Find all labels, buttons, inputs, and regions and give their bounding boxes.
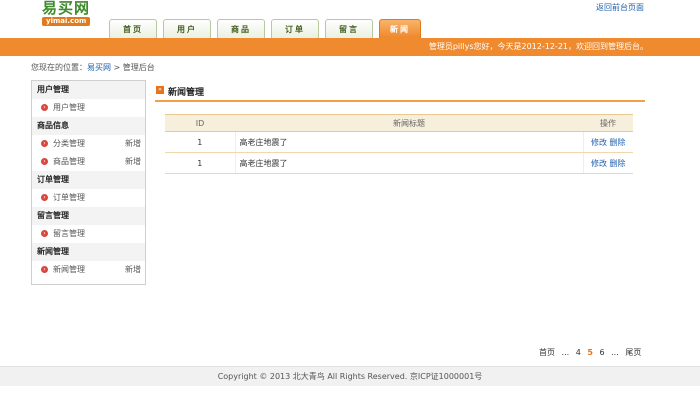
current-page: 5 xyxy=(587,348,593,357)
page-title: 新闻管理 xyxy=(168,88,205,98)
sidebar-section-users: 用户管理 xyxy=(32,81,145,99)
page-4-link[interactable]: 4 xyxy=(576,348,581,357)
logo-domain: yimai.com xyxy=(42,17,91,26)
last-page-link[interactable]: 尾页 xyxy=(625,347,641,358)
first-page-link[interactable]: 首页 xyxy=(539,347,555,358)
breadcrumb-separator: > xyxy=(113,63,121,72)
sidebar-section-news: 新闻管理 xyxy=(32,243,145,261)
sidebar-item-product-manage[interactable]: › 商品管理 新增 xyxy=(32,153,145,171)
column-header-actions: 操作 xyxy=(583,114,633,132)
sidebar-item-message-manage[interactable]: › 留言管理 xyxy=(32,225,145,243)
arrow-bullet-icon: › xyxy=(41,266,48,273)
edit-link[interactable]: 修改 xyxy=(591,159,607,168)
add-category-link[interactable]: 新增 xyxy=(125,135,141,153)
footer-copyright: Copyright © 2013 北大青鸟 All Rights Reserve… xyxy=(0,366,700,386)
arrow-bullet-icon: › xyxy=(41,158,48,165)
arrow-bullet-icon: › xyxy=(41,194,48,201)
sidebar-item-label: 商品管理 xyxy=(53,157,85,166)
tab-users[interactable]: 用户 xyxy=(163,19,211,39)
cell-title: 高老庄地震了 xyxy=(234,152,584,174)
sidebar-item-label: 订单管理 xyxy=(53,193,85,202)
cell-title: 高老庄地震了 xyxy=(234,131,584,153)
site-logo[interactable]: 易买网 yimai.com xyxy=(40,0,100,30)
pagination-ellipsis: ... xyxy=(611,348,619,357)
sidebar-item-news-manage[interactable]: › 新闻管理 新增 xyxy=(32,261,145,279)
breadcrumb-home-link[interactable]: 易买网 xyxy=(87,63,111,72)
cell-actions: 修改 删除 xyxy=(583,152,633,174)
table-row: 1 高老庄地震了 修改 删除 xyxy=(165,152,633,174)
news-table: ID 新闻标题 操作 1 高老庄地震了 修改 删除 1 高老庄地震了 修改 删除 xyxy=(165,114,633,174)
table-row: 1 高老庄地震了 修改 删除 xyxy=(165,131,633,153)
sidebar-item-user-manage[interactable]: › 用户管理 xyxy=(32,99,145,117)
add-news-link[interactable]: 新增 xyxy=(125,261,141,279)
pagination: 首页 ... 4 5 6 ... 尾页 xyxy=(539,347,645,359)
logo-text: 易买网 xyxy=(42,0,91,17)
tab-news[interactable]: 新闻 xyxy=(379,19,421,39)
sidebar-item-order-manage[interactable]: › 订单管理 xyxy=(32,189,145,207)
arrow-bullet-icon: › xyxy=(41,140,48,147)
sidebar-section-messages: 留言管理 xyxy=(32,207,145,225)
add-product-link[interactable]: 新增 xyxy=(125,153,141,171)
sidebar-item-category-manage[interactable]: › 分类管理 新增 xyxy=(32,135,145,153)
sidebar-item-label: 留言管理 xyxy=(53,229,85,238)
pagination-ellipsis: ... xyxy=(561,348,570,357)
cell-actions: 修改 删除 xyxy=(583,131,633,153)
breadcrumb: 您现在的位置：易买网 > 管理后台 xyxy=(31,62,155,73)
tab-messages[interactable]: 留言 xyxy=(325,19,373,39)
delete-link[interactable]: 删除 xyxy=(610,159,626,168)
tab-orders[interactable]: 订单 xyxy=(271,19,319,39)
breadcrumb-current: 管理后台 xyxy=(122,63,155,72)
sidebar-section-products: 商品信息 xyxy=(32,117,145,135)
column-header-id: ID xyxy=(165,114,235,132)
sidebar-section-orders: 订单管理 xyxy=(32,171,145,189)
cell-id: 1 xyxy=(165,152,235,174)
table-header-row: ID 新闻标题 操作 xyxy=(165,114,633,132)
back-to-frontend-link[interactable]: 返回前台页面 xyxy=(596,2,644,13)
sidebar: 用户管理 › 用户管理 商品信息 › 分类管理 新增 › 商品管理 新增 订单管… xyxy=(31,80,146,285)
cell-id: 1 xyxy=(165,131,235,153)
tab-products[interactable]: 商品 xyxy=(217,19,265,39)
edit-link[interactable]: 修改 xyxy=(591,138,607,147)
welcome-bar: 管理员pillys您好，今天是2012-12-21，欢迎回到管理后台。 xyxy=(0,38,700,56)
welcome-text: 管理员pillys您好，今天是2012-12-21，欢迎回到管理后台。 xyxy=(428,42,648,51)
arrow-bullet-icon: › xyxy=(41,104,48,111)
sidebar-item-label: 新闻管理 xyxy=(53,265,85,274)
breadcrumb-prefix: 您现在的位置： xyxy=(31,63,87,72)
column-header-title: 新闻标题 xyxy=(235,114,583,132)
panel-header: » 新闻管理 xyxy=(155,84,645,102)
sidebar-item-label: 分类管理 xyxy=(53,139,85,148)
panel-arrow-icon: » xyxy=(156,86,164,94)
tab-home[interactable]: 首页 xyxy=(109,19,157,39)
page-6-link[interactable]: 6 xyxy=(600,348,605,357)
arrow-bullet-icon: › xyxy=(41,230,48,237)
delete-link[interactable]: 删除 xyxy=(610,138,626,147)
sidebar-item-label: 用户管理 xyxy=(53,103,85,112)
